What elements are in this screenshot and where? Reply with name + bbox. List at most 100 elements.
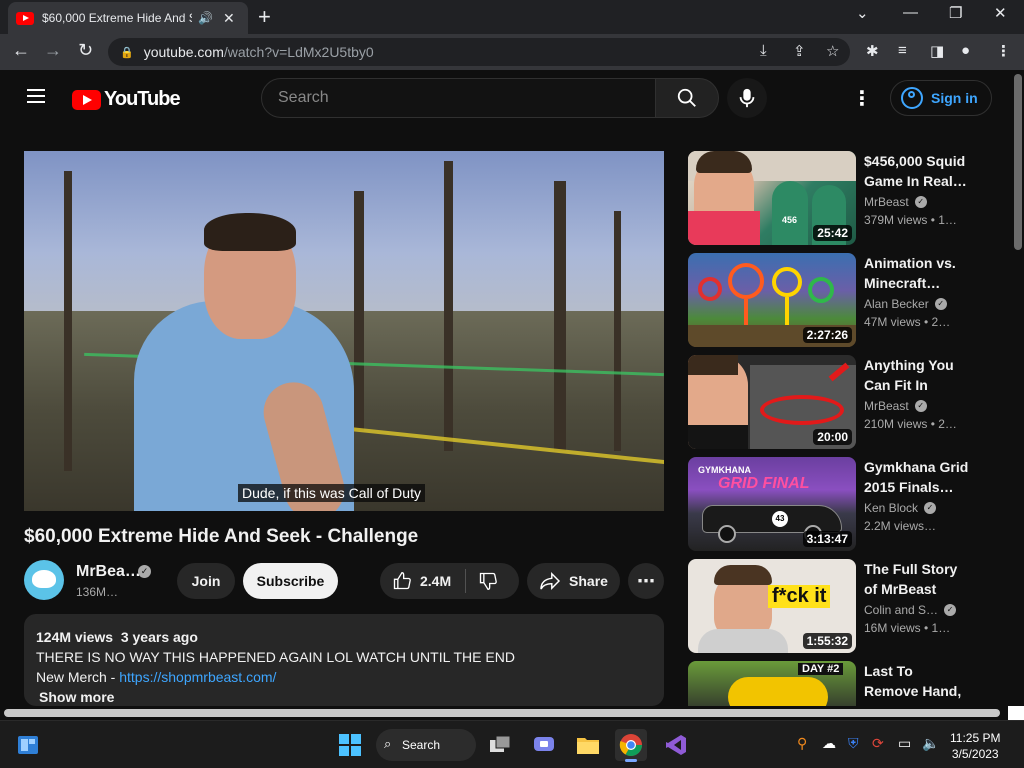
share-button[interactable]: Share	[527, 563, 620, 599]
voice-search-button[interactable]	[727, 78, 767, 118]
merch-label: New Merch -	[36, 669, 120, 685]
back-icon[interactable]: ←	[12, 40, 30, 61]
recommendation-channel[interactable]: Ken Block ✓	[864, 501, 937, 515]
update-icon[interactable]: ⟳	[872, 735, 884, 752]
system-clock[interactable]: 11:25 PM 3/5/2023	[950, 730, 1000, 762]
recommendation-channel[interactable]: MrBeast ✓	[864, 399, 927, 413]
side-panel-icon[interactable]: ◨	[930, 42, 944, 60]
file-explorer-icon[interactable]	[572, 729, 604, 761]
channel-name[interactable]: MrBea…	[76, 563, 141, 581]
sign-in-label: Sign in	[931, 90, 978, 106]
search-button[interactable]	[655, 78, 719, 118]
url-host: youtube.com	[143, 44, 224, 60]
recommendation-title[interactable]: Animation vs. Minecraft…	[864, 253, 970, 293]
hamburger-menu-icon[interactable]	[27, 89, 45, 103]
show-more-button[interactable]: Show more	[39, 687, 652, 707]
security-shield-icon[interactable]: ⛨	[848, 735, 859, 752]
thumbnail-text: GYMKHANA	[698, 465, 751, 475]
scrollbar-thumb[interactable]	[1014, 74, 1022, 250]
video-thumbnail[interactable]: GYMKHANA GRID FINAL 43 3:13:47	[688, 457, 856, 551]
recommendation-channel[interactable]: MrBeast ✓	[864, 195, 927, 209]
thumbnail-number: 456	[782, 215, 798, 225]
recommendation-item[interactable]: 2:27:26 Animation vs. Minecraft… Alan Be…	[688, 253, 978, 347]
video-thumbnail[interactable]: 20:00	[688, 355, 856, 449]
recommendation-channel[interactable]: Alan Becker ✓	[864, 297, 947, 311]
video-description[interactable]: 124M views 3 years ago THERE IS NO WAY T…	[24, 614, 664, 706]
forward-icon[interactable]: →	[44, 40, 62, 61]
browser-tab-strip: $60,000 Extreme Hide And S 🔊 ✕ + ⌄ — ❐ ✕	[0, 0, 1024, 34]
thumbs-down-icon[interactable]	[478, 571, 498, 591]
sign-in-button[interactable]: Sign in	[890, 80, 992, 116]
extensions-icon[interactable]: ✱	[866, 42, 879, 60]
video-thumbnail[interactable]: f*ck it 1:55:32	[688, 559, 856, 653]
description-line: THERE IS NO WAY THIS HAPPENED AGAIN LOL …	[36, 649, 515, 665]
new-tab-button[interactable]: +	[258, 4, 271, 30]
display-icon[interactable]: ▭	[898, 735, 911, 752]
video-thumbnail[interactable]: 456 25:42	[688, 151, 856, 245]
reload-icon[interactable]: ↻	[78, 40, 93, 61]
scrollbar-thumb[interactable]	[4, 709, 1000, 717]
recommendation-title[interactable]: Anything You Can Fit In The…	[864, 355, 970, 395]
clock-date: 3/5/2023	[951, 747, 999, 761]
volume-icon[interactable]: 🔈	[922, 735, 939, 752]
start-icon[interactable]	[334, 729, 366, 761]
horizontal-scrollbar[interactable]	[0, 706, 1024, 720]
address-bar[interactable]: 🔒 youtube.com /watch?v=LdMx2U5tby0	[108, 38, 850, 66]
car-number: 43	[772, 511, 788, 527]
recommendation-item[interactable]: f*ck it 1:55:32 The Full Story of MrBeas…	[688, 559, 978, 653]
close-tab-icon[interactable]: ✕	[223, 10, 235, 27]
lock-icon[interactable]: 🔒	[120, 46, 134, 59]
account-circle-icon	[901, 87, 923, 109]
settings-menu-icon[interactable]: ⋮	[852, 86, 872, 111]
close-window-button[interactable]: ✕	[994, 4, 1007, 22]
profile-icon[interactable]: ●	[961, 42, 970, 59]
video-player[interactable]: Dude, if this was Call of Duty	[24, 151, 664, 511]
like-count[interactable]: 2.4M	[420, 573, 451, 589]
install-icon[interactable]: ⤓	[760, 42, 767, 59]
search-input[interactable]	[278, 89, 638, 107]
video-thumbnail[interactable]: 2:27:26	[688, 253, 856, 347]
widgets-icon[interactable]	[12, 729, 44, 761]
browser-toolbar: ← → ↻ 🔒 youtube.com /watch?v=LdMx2U5tby0…	[0, 34, 1024, 70]
cloud-icon[interactable]: ☁	[822, 735, 836, 752]
vertical-scrollbar[interactable]	[1012, 70, 1024, 706]
thumbs-up-icon[interactable]	[392, 571, 412, 591]
browser-tab[interactable]: $60,000 Extreme Hide And S 🔊 ✕	[8, 2, 248, 34]
recommendation-title[interactable]: Gymkhana Grid 2015 Finals…	[864, 457, 970, 497]
recommendation-channel[interactable]: Colin and S… ✓	[864, 603, 957, 617]
share-icon[interactable]: ⇪	[793, 42, 806, 60]
task-view-icon[interactable]	[484, 729, 516, 761]
more-actions-button[interactable]: ⋯	[628, 563, 664, 599]
bookmark-star-icon[interactable]: ☆	[826, 42, 839, 60]
restore-button[interactable]: ❐	[949, 4, 962, 22]
tree-trunk	[554, 181, 566, 451]
taskbar-search[interactable]: ⌕ Search	[376, 729, 476, 761]
channel-avatar[interactable]	[24, 560, 64, 600]
view-count: 124M views	[36, 629, 114, 645]
recommendation-item[interactable]: GYMKHANA GRID FINAL 43 3:13:47 Gymkhana …	[688, 457, 978, 551]
recommendation-item[interactable]: 456 25:42 $456,000 Squid Game In Real… M…	[688, 151, 978, 245]
recommendation-title[interactable]: $456,000 Squid Game In Real…	[864, 151, 970, 191]
recommendation-title[interactable]: The Full Story of MrBeast	[864, 559, 970, 599]
recommendation-meta: 47M views • 2…	[864, 315, 951, 329]
merch-link[interactable]: https://shopmrbeast.com/	[119, 669, 276, 685]
recommendation-item[interactable]: DAY #2 Last To Remove Hand, Gets…	[688, 661, 978, 706]
youtube-logo[interactable]: YouTube	[72, 88, 181, 111]
chrome-menu-icon[interactable]: ⋮	[996, 42, 1011, 60]
recommendation-title[interactable]: Last To Remove Hand, Gets…	[864, 661, 970, 701]
visual-studio-icon[interactable]	[660, 729, 692, 761]
chat-icon[interactable]	[528, 729, 560, 761]
video-title: $60,000 Extreme Hide And Seek - Challeng…	[24, 526, 419, 547]
tab-search-icon[interactable]: ⌄	[856, 4, 869, 22]
search-tray-icon[interactable]: ⚲	[797, 735, 807, 752]
verified-check-icon: ✓	[924, 502, 937, 514]
subscribe-button[interactable]: Subscribe	[243, 563, 338, 599]
video-thumbnail[interactable]: DAY #2	[688, 661, 856, 706]
chrome-taskbar-icon[interactable]	[615, 729, 647, 762]
join-button[interactable]: Join	[177, 563, 235, 599]
speaker-icon[interactable]: 🔊	[198, 11, 213, 25]
media-control-icon[interactable]: ≡	[898, 42, 907, 59]
recommendation-item[interactable]: 20:00 Anything You Can Fit In The… MrBea…	[688, 355, 978, 449]
share-label: Share	[569, 573, 608, 589]
minimize-button[interactable]: —	[903, 4, 918, 21]
